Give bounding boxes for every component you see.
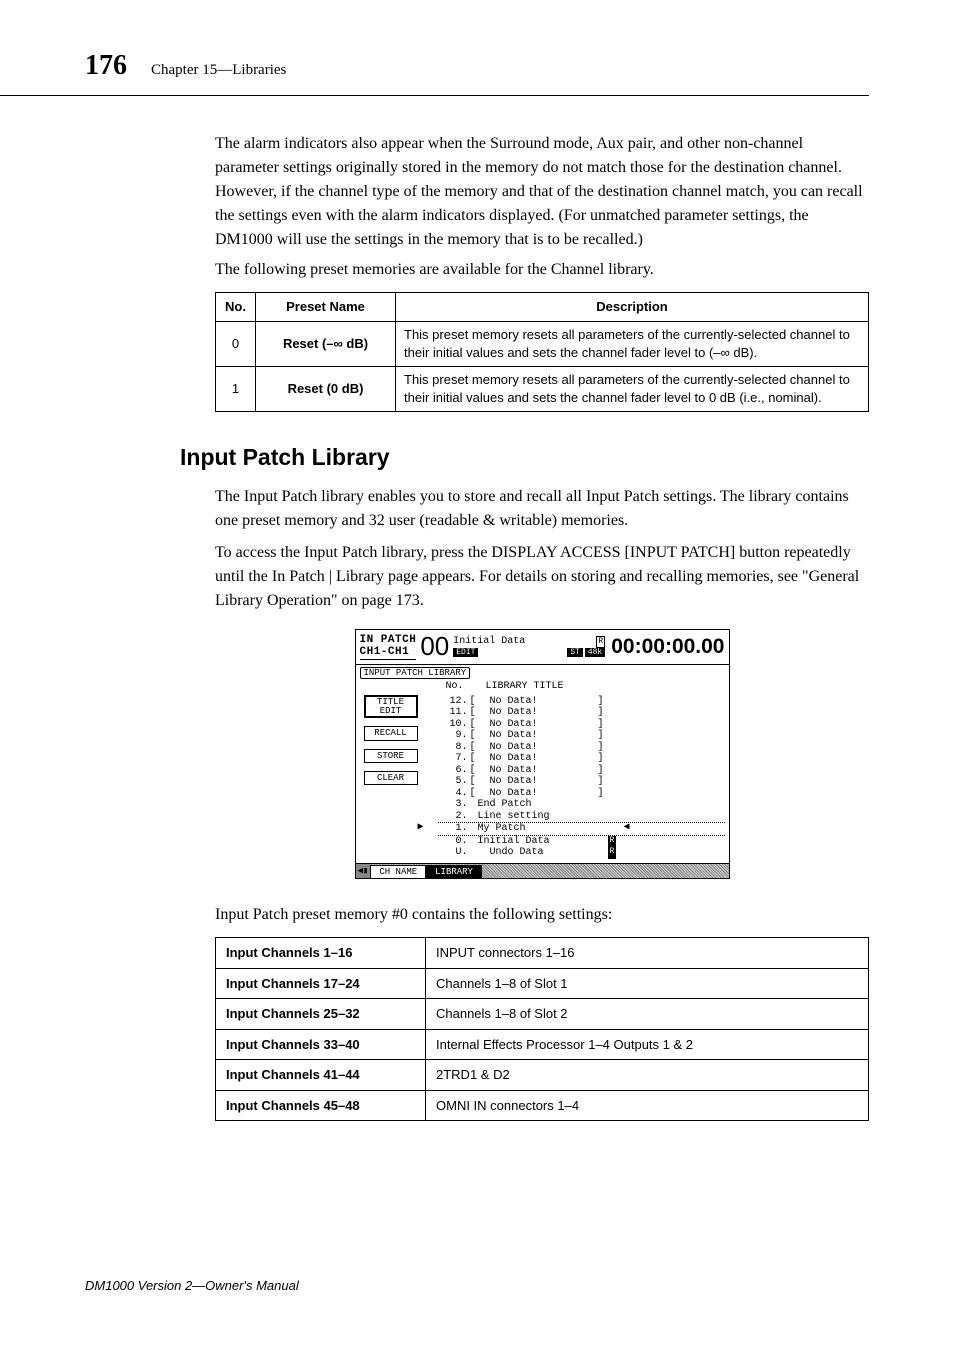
cell-label: Input Channels 45–48 xyxy=(216,1090,426,1121)
table-header-row: No. Preset Name Description xyxy=(216,293,869,322)
table-row: Input Channels 33–40Internal Effects Pro… xyxy=(216,1029,869,1060)
cell-value: OMNI IN connectors 1–4 xyxy=(426,1090,869,1121)
list-item: 2.Line setting xyxy=(438,811,725,823)
body-paragraph-2: The following preset memories are availa… xyxy=(215,258,869,282)
col-header-no: No. xyxy=(446,681,486,693)
lcd-body: TITLE EDIT RECALL STORE CLEAR No. LIBRAR… xyxy=(356,679,729,863)
lcd-tab-bar: ◀▮ CH NAME LIBRARY xyxy=(356,863,729,878)
section-paragraph-2: To access the Input Patch library, press… xyxy=(215,541,869,613)
page-header: 176 Chapter 15—Libraries xyxy=(0,0,869,96)
cell-label: Input Channels 33–40 xyxy=(216,1029,426,1060)
readonly-badge: R xyxy=(608,847,617,859)
lcd-top-bar: IN PATCH CH1-CH1 00 Initial Data R EDIT … xyxy=(356,630,729,665)
lcd-status-area: Initial Data R EDIT ST 48k xyxy=(453,636,605,657)
rate-badge: 48k xyxy=(585,648,605,657)
body-paragraph-1: The alarm indicators also appear when th… xyxy=(215,132,869,252)
col-no: No. xyxy=(216,293,256,322)
lcd-button-column: TITLE EDIT RECALL STORE CLEAR xyxy=(364,695,418,859)
cell-value: Internal Effects Processor 1–4 Outputs 1… xyxy=(426,1029,869,1060)
lcd-r-indicator: R xyxy=(596,636,605,648)
lcd-section-label: INPUT PATCH LIBRARY xyxy=(360,667,471,679)
list-item: 5.[ No Data!] xyxy=(438,776,725,788)
table-row: Input Channels 17–24Channels 1–8 of Slot… xyxy=(216,968,869,999)
cell-value: Channels 1–8 of Slot 1 xyxy=(426,968,869,999)
lcd-mode-label: IN PATCH CH1-CH1 xyxy=(360,634,417,660)
list-item-selected: 1.My Patch xyxy=(438,822,725,836)
section-paragraph-1: The Input Patch library enables you to s… xyxy=(215,485,869,533)
table-row: Input Channels 45–48OMNI IN connectors 1… xyxy=(216,1090,869,1121)
table-row: Input Channels 41–442TRD1 & D2 xyxy=(216,1060,869,1091)
recall-button[interactable]: RECALL xyxy=(364,726,418,740)
readonly-badge: R xyxy=(608,836,617,848)
tab-library[interactable]: LIBRARY xyxy=(426,865,482,878)
cell-label: Input Channels 25–32 xyxy=(216,999,426,1030)
pointer-left-icon: ▶ xyxy=(418,822,424,834)
store-button[interactable]: STORE xyxy=(364,749,418,763)
list-item: 12.[ No Data!] xyxy=(438,696,725,708)
list-item: 3.End Patch xyxy=(438,799,725,811)
lcd-label-line1: IN PATCH xyxy=(360,634,417,647)
nav-left-icon[interactable]: ◀▮ xyxy=(356,864,371,878)
cell-value: INPUT connectors 1–16 xyxy=(426,938,869,969)
col-name: Preset Name xyxy=(256,293,396,322)
lcd-screenshot: IN PATCH CH1-CH1 00 Initial Data R EDIT … xyxy=(355,629,730,879)
footer: DM1000 Version 2—Owner's Manual xyxy=(85,1276,299,1296)
lcd-list[interactable]: 12.[ No Data!] 11.[ No Data!] 10.[ No Da… xyxy=(438,696,725,859)
table-row: 0 Reset (–∞ dB) This preset memory reset… xyxy=(216,321,869,366)
section-heading: Input Patch Library xyxy=(180,440,869,475)
list-item: 8.[ No Data!] xyxy=(438,742,725,754)
title-edit-line2: EDIT xyxy=(366,707,416,716)
cell-value: 2TRD1 & D2 xyxy=(426,1060,869,1091)
title-edit-button[interactable]: TITLE EDIT xyxy=(364,695,418,718)
lcd-timecode: 00:00:00.00 xyxy=(611,635,724,659)
table-row: Input Channels 1–16INPUT connectors 1–16 xyxy=(216,938,869,969)
list-item: 11.[ No Data!] xyxy=(438,707,725,719)
cell-value: Channels 1–8 of Slot 2 xyxy=(426,999,869,1030)
cell-label: Input Channels 1–16 xyxy=(216,938,426,969)
col-header-title: LIBRARY TITLE xyxy=(486,681,564,693)
cell-no: 0 xyxy=(216,321,256,366)
preset-table: No. Preset Name Description 0 Reset (–∞ … xyxy=(215,292,869,412)
chapter-title: Chapter 15—Libraries xyxy=(151,59,286,82)
list-item: 7.[ No Data!] xyxy=(438,753,725,765)
list-item: 9.[ No Data!] xyxy=(438,730,725,742)
list-item: 6.[ No Data!] xyxy=(438,765,725,777)
tab-ch-name[interactable]: CH NAME xyxy=(370,865,426,878)
cell-desc: This preset memory resets all parameters… xyxy=(396,321,869,366)
lcd-label-line2: CH1-CH1 xyxy=(360,646,417,659)
cell-label: Input Channels 17–24 xyxy=(216,968,426,999)
cell-name: Reset (–∞ dB) xyxy=(256,321,396,366)
page-number: 176 xyxy=(85,45,127,87)
lcd-meter: 00 xyxy=(420,632,449,662)
clear-button[interactable]: CLEAR xyxy=(364,771,418,785)
list-item: 4.[ No Data!] xyxy=(438,788,725,800)
settings-lead: Input Patch preset memory #0 contains th… xyxy=(215,903,869,927)
cell-label: Input Channels 41–44 xyxy=(216,1060,426,1091)
cell-no: 1 xyxy=(216,366,256,411)
table-row: 1 Reset (0 dB) This preset memory resets… xyxy=(216,366,869,411)
col-desc: Description xyxy=(396,293,869,322)
list-item: 10.[ No Data!] xyxy=(438,719,725,731)
list-item: U. Undo DataR xyxy=(438,847,725,859)
list-item: 0.Initial DataR xyxy=(438,836,725,848)
st-badge: ST xyxy=(567,648,583,657)
lcd-list-header: No. LIBRARY TITLE xyxy=(446,681,725,693)
settings-table: Input Channels 1–16INPUT connectors 1–16… xyxy=(215,937,869,1121)
pointer-right-icon: ◀ xyxy=(623,822,629,834)
lcd-list-column: No. LIBRARY TITLE 12.[ No Data!] 11.[ No… xyxy=(438,681,725,859)
cell-name: Reset (0 dB) xyxy=(256,366,396,411)
table-row: Input Channels 25–32Channels 1–8 of Slot… xyxy=(216,999,869,1030)
selected-row-wrapper: ▶ 1.My Patch ◀ xyxy=(438,822,725,836)
cell-desc: This preset memory resets all parameters… xyxy=(396,366,869,411)
edit-badge: EDIT xyxy=(453,648,478,657)
lcd-status-text: Initial Data xyxy=(453,636,525,648)
